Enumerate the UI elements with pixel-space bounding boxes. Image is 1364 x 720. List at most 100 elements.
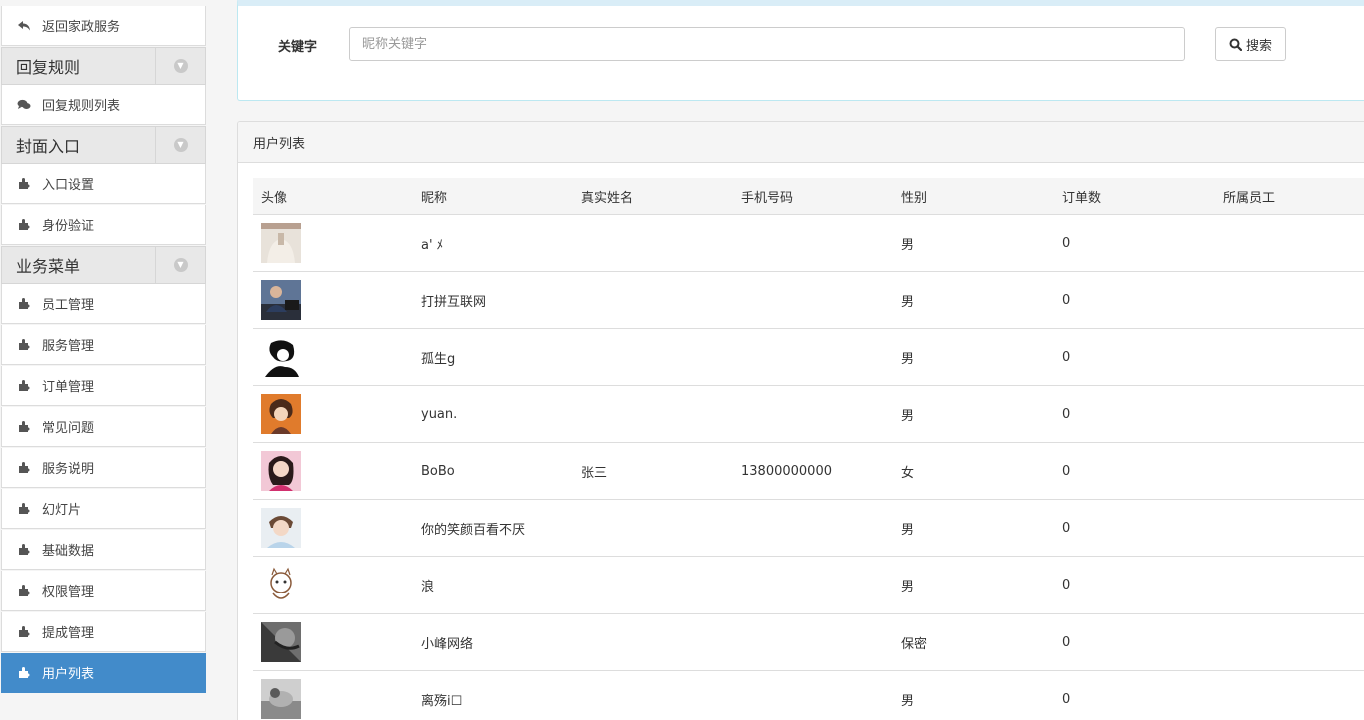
sidebar-item[interactable]: 用户列表: [1, 653, 206, 693]
table-body: a' ﾒ男 0 打拼互联网男 0 孤生g 男 0 yuan. 男 0 BoBo 张三 138000000…: [253, 215, 1364, 720]
avatar[interactable]: [261, 386, 301, 442]
column-header[interactable]: 真实姓名: [581, 178, 633, 215]
table-row: 小峰网络 保密 0: [253, 614, 1364, 671]
chevron-down-circle-icon: ▼: [173, 138, 188, 152]
reply-arrow-icon: [17, 19, 31, 33]
sidebar-item-entry-settings[interactable]: 入口设置: [1, 164, 206, 204]
nickname-cell: 小峰网络: [421, 636, 474, 652]
table-row: BoBo 张三 13800000000 女 0: [253, 443, 1364, 500]
search-icon: [1229, 38, 1242, 51]
sidebar-group-business[interactable]: 业务菜单 ▼: [1, 246, 206, 284]
avatar[interactable]: [261, 614, 301, 670]
column-header[interactable]: 性别: [901, 178, 927, 215]
sidebar-item-label: 入口设置: [42, 178, 95, 193]
gender-cell: 男: [901, 579, 915, 595]
sidebar-item[interactable]: 员工管理: [1, 284, 206, 324]
puzzle-piece-icon: [17, 543, 31, 557]
table-row: 离殇i☐ 男 0: [253, 671, 1364, 720]
sidebar-item[interactable]: 幻灯片: [1, 489, 206, 529]
sidebar: 返回家政服务 回复规则 ▼ 回复规则列表 封面入口 ▼ 入口设置 身份验证 业务…: [0, 0, 207, 720]
nickname-cell: a' ﾒ: [421, 237, 444, 253]
nickname-cell: 打拼互联网: [421, 294, 487, 310]
sidebar-item-back[interactable]: 返回家政服务: [1, 6, 206, 46]
sidebar-item-label: 服务说明: [42, 462, 95, 477]
table-header: 头像 昵称 真实姓名 手机号码 性别 订单数 所属员工: [253, 178, 1364, 215]
sidebar-group-reply[interactable]: 回复规则 ▼: [1, 47, 206, 85]
search-button-label: 搜索: [1245, 38, 1272, 54]
orders-cell: 0: [1062, 292, 1071, 308]
table-row: a' ﾒ 男 0: [253, 215, 1364, 272]
sidebar-item-reply-list[interactable]: 回复规则列表: [1, 85, 206, 125]
table-row: 孤生g 男 0: [253, 329, 1364, 386]
avatar[interactable]: [261, 500, 301, 556]
puzzle-piece-icon: [17, 625, 31, 639]
group-toggle[interactable]: ▼: [155, 48, 205, 84]
column-header[interactable]: 手机号码: [741, 178, 793, 215]
sidebar-item[interactable]: 提成管理: [1, 612, 206, 652]
chevron-down-circle-icon: ▼: [173, 258, 188, 272]
table-row: yuan. 男 0: [253, 386, 1364, 443]
user-list-panel: 用户列表 头像 昵称 真实姓名 手机号码 性别 订单数 所属员工 a' ﾒ男 0 打拼互联网男 0…: [237, 121, 1364, 720]
avatar[interactable]: [261, 272, 301, 328]
column-header[interactable]: 订单数: [1062, 178, 1101, 215]
keyword-label: 关键字: [278, 40, 318, 55]
puzzle-piece-icon: [17, 379, 31, 393]
column-header[interactable]: 所属员工: [1223, 178, 1275, 215]
avatar[interactable]: [261, 557, 301, 613]
sidebar-group-label: 回复规则: [16, 58, 81, 77]
avatar[interactable]: [261, 215, 301, 271]
gender-cell: 女: [901, 465, 915, 481]
table-row: 浪 男 0: [253, 557, 1364, 614]
puzzle-piece-icon: [17, 297, 31, 311]
sidebar-item-label: 常见问题: [42, 421, 95, 436]
sidebar-item-label: 基础数据: [42, 544, 95, 559]
nickname-cell: 孤生g: [421, 351, 456, 367]
search-input[interactable]: [349, 27, 1185, 61]
avatar[interactable]: [261, 329, 301, 385]
column-header[interactable]: 昵称: [421, 178, 447, 215]
sidebar-item-label: 订单管理: [42, 380, 95, 395]
sidebar-item-label: 权限管理: [42, 585, 95, 600]
orders-cell: 0: [1062, 463, 1071, 479]
group-toggle[interactable]: ▼: [155, 127, 205, 163]
puzzle-piece-icon: [17, 584, 31, 598]
sidebar-item-label: 回复规则列表: [42, 99, 121, 114]
table-row: 打拼互联网 男 0: [253, 272, 1364, 329]
sidebar-group-cover[interactable]: 封面入口 ▼: [1, 126, 206, 164]
table-row: 你的笑颜百看不厌 男 0: [253, 500, 1364, 557]
sidebar-item[interactable]: 基础数据: [1, 530, 206, 570]
puzzle-piece-icon: [17, 666, 31, 680]
orders-cell: 0: [1062, 349, 1071, 365]
avatar[interactable]: [261, 671, 301, 720]
sidebar-item[interactable]: 权限管理: [1, 571, 206, 611]
puzzle-piece-icon: [17, 502, 31, 516]
nickname-cell: BoBo: [421, 463, 455, 479]
search-button[interactable]: 搜索: [1215, 27, 1286, 61]
comments-icon: [17, 98, 31, 112]
chevron-down-circle-icon: ▼: [173, 59, 188, 73]
gender-cell: 男: [901, 693, 915, 709]
sidebar-group-label: 业务菜单: [16, 257, 81, 276]
sidebar-item[interactable]: 服务说明: [1, 448, 206, 488]
sidebar-item-label: 用户列表: [42, 667, 95, 682]
gender-cell: 男: [901, 351, 915, 367]
column-header[interactable]: 头像: [261, 178, 287, 215]
phone-cell: 13800000000: [741, 463, 832, 479]
sidebar-item[interactable]: 订单管理: [1, 366, 206, 406]
orders-cell: 0: [1062, 691, 1071, 707]
orders-cell: 0: [1062, 577, 1071, 593]
sidebar-item[interactable]: 常见问题: [1, 407, 206, 447]
gender-cell: 男: [901, 294, 915, 310]
avatar[interactable]: [261, 443, 301, 499]
puzzle-piece-icon: [17, 177, 31, 191]
nickname-cell: 浪: [421, 579, 435, 595]
sidebar-item-label: 幻灯片: [42, 503, 82, 518]
sidebar-item-label: 身份验证: [42, 219, 95, 234]
group-toggle[interactable]: ▼: [155, 247, 205, 283]
gender-cell: 保密: [901, 636, 928, 652]
orders-cell: 0: [1062, 406, 1071, 422]
sidebar-item[interactable]: 服务管理: [1, 325, 206, 365]
puzzle-piece-icon: [17, 461, 31, 475]
user-table: 头像 昵称 真实姓名 手机号码 性别 订单数 所属员工 a' ﾒ男 0 打拼互联网男 0 孤生g 男 0…: [253, 178, 1364, 720]
sidebar-item-identity-verify[interactable]: 身份验证: [1, 205, 206, 245]
